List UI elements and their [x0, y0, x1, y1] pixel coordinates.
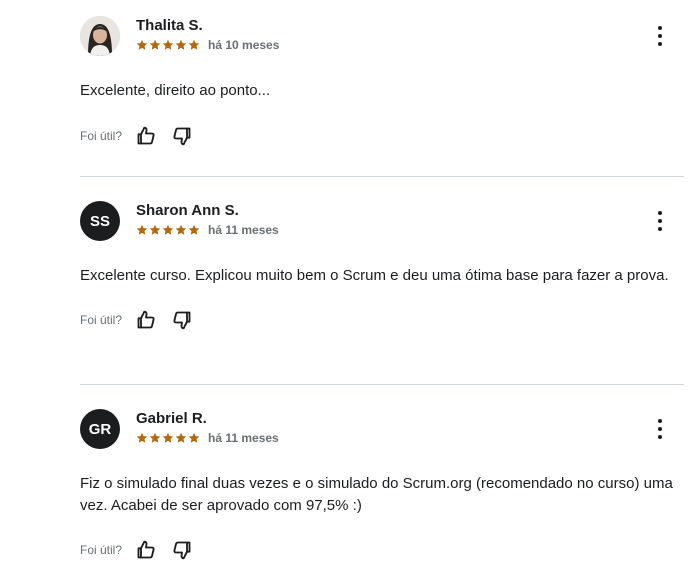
reviewer-name: Gabriel R. [136, 410, 207, 427]
more-options-button[interactable] [656, 26, 664, 46]
star-icon [136, 39, 148, 50]
review-header: GR Gabriel R. há 11 meses [80, 409, 684, 449]
rating-line: há 11 meses [136, 223, 279, 237]
thumbs-up-button[interactable] [134, 308, 158, 332]
review-item: Thalita S. há 10 meses Excelente, direit… [80, 0, 684, 177]
review-item: GR Gabriel R. há 11 meses Fiz o simulado… [80, 385, 684, 577]
helpful-row: Foi útil? [80, 124, 684, 148]
star-icon [149, 224, 161, 235]
avatar: GR [80, 409, 120, 449]
avatar [80, 16, 120, 56]
review-date: há 11 meses [208, 223, 279, 237]
star-icon [188, 432, 200, 443]
rating-line: há 10 meses [136, 38, 279, 52]
star-icon [188, 224, 200, 235]
reviews-list: Thalita S. há 10 meses Excelente, direit… [80, 0, 684, 577]
star-rating [136, 39, 200, 51]
review-meta: Sharon Ann S. há 11 meses [136, 202, 279, 237]
reviewer-name: Sharon Ann S. [136, 202, 239, 219]
helpful-row: Foi útil? [80, 538, 684, 562]
reviewer-name: Thalita S. [136, 17, 203, 34]
star-icon [162, 224, 174, 235]
review-date: há 11 meses [208, 431, 279, 445]
rating-line: há 11 meses [136, 431, 279, 445]
star-rating [136, 224, 200, 236]
avatar: SS [80, 201, 120, 241]
star-icon [188, 39, 200, 50]
review-date: há 10 meses [208, 38, 280, 52]
star-icon [175, 39, 187, 50]
review-text: Excelente curso. Explicou muito bem o Sc… [80, 267, 669, 284]
more-options-button[interactable] [656, 419, 664, 439]
more-vertical-icon [658, 211, 662, 215]
thumbs-down-button[interactable] [170, 308, 194, 332]
thumbs-up-icon [137, 310, 155, 329]
star-icon [149, 432, 161, 443]
review-meta: Gabriel R. há 11 meses [136, 410, 279, 445]
thumbs-down-button[interactable] [170, 124, 194, 148]
thumbs-up-button[interactable] [134, 538, 158, 562]
review-header: SS Sharon Ann S. há 11 meses [80, 201, 684, 241]
thumbs-down-icon [173, 541, 191, 560]
star-rating [136, 432, 200, 444]
review-text: Fiz o simulado final duas vezes e o simu… [80, 475, 673, 514]
review-meta: Thalita S. há 10 meses [136, 17, 279, 52]
helpful-label: Foi útil? [80, 313, 123, 327]
star-icon [162, 432, 174, 443]
thumbs-up-icon [137, 126, 155, 145]
thumbs-up-button[interactable] [134, 124, 158, 148]
thumbs-up-icon [137, 540, 155, 559]
thumbs-down-button[interactable] [170, 538, 194, 562]
thumbs-down-icon [173, 127, 191, 146]
more-vertical-icon [658, 419, 662, 423]
star-icon [136, 224, 148, 235]
star-icon [162, 39, 174, 50]
thumbs-down-icon [173, 311, 191, 330]
review-text: Excelente, direito ao ponto... [80, 82, 271, 99]
more-vertical-icon [658, 26, 662, 30]
review-header: Thalita S. há 10 meses [80, 16, 684, 56]
star-icon [149, 39, 161, 50]
helpful-label: Foi útil? [80, 129, 123, 143]
review-item: SS Sharon Ann S. há 11 meses Excelente c… [80, 177, 684, 385]
helpful-row: Foi útil? [80, 308, 684, 332]
star-icon [175, 432, 187, 443]
star-icon [175, 224, 187, 235]
star-icon [136, 432, 148, 443]
more-options-button[interactable] [656, 211, 664, 231]
helpful-label: Foi útil? [80, 543, 123, 557]
